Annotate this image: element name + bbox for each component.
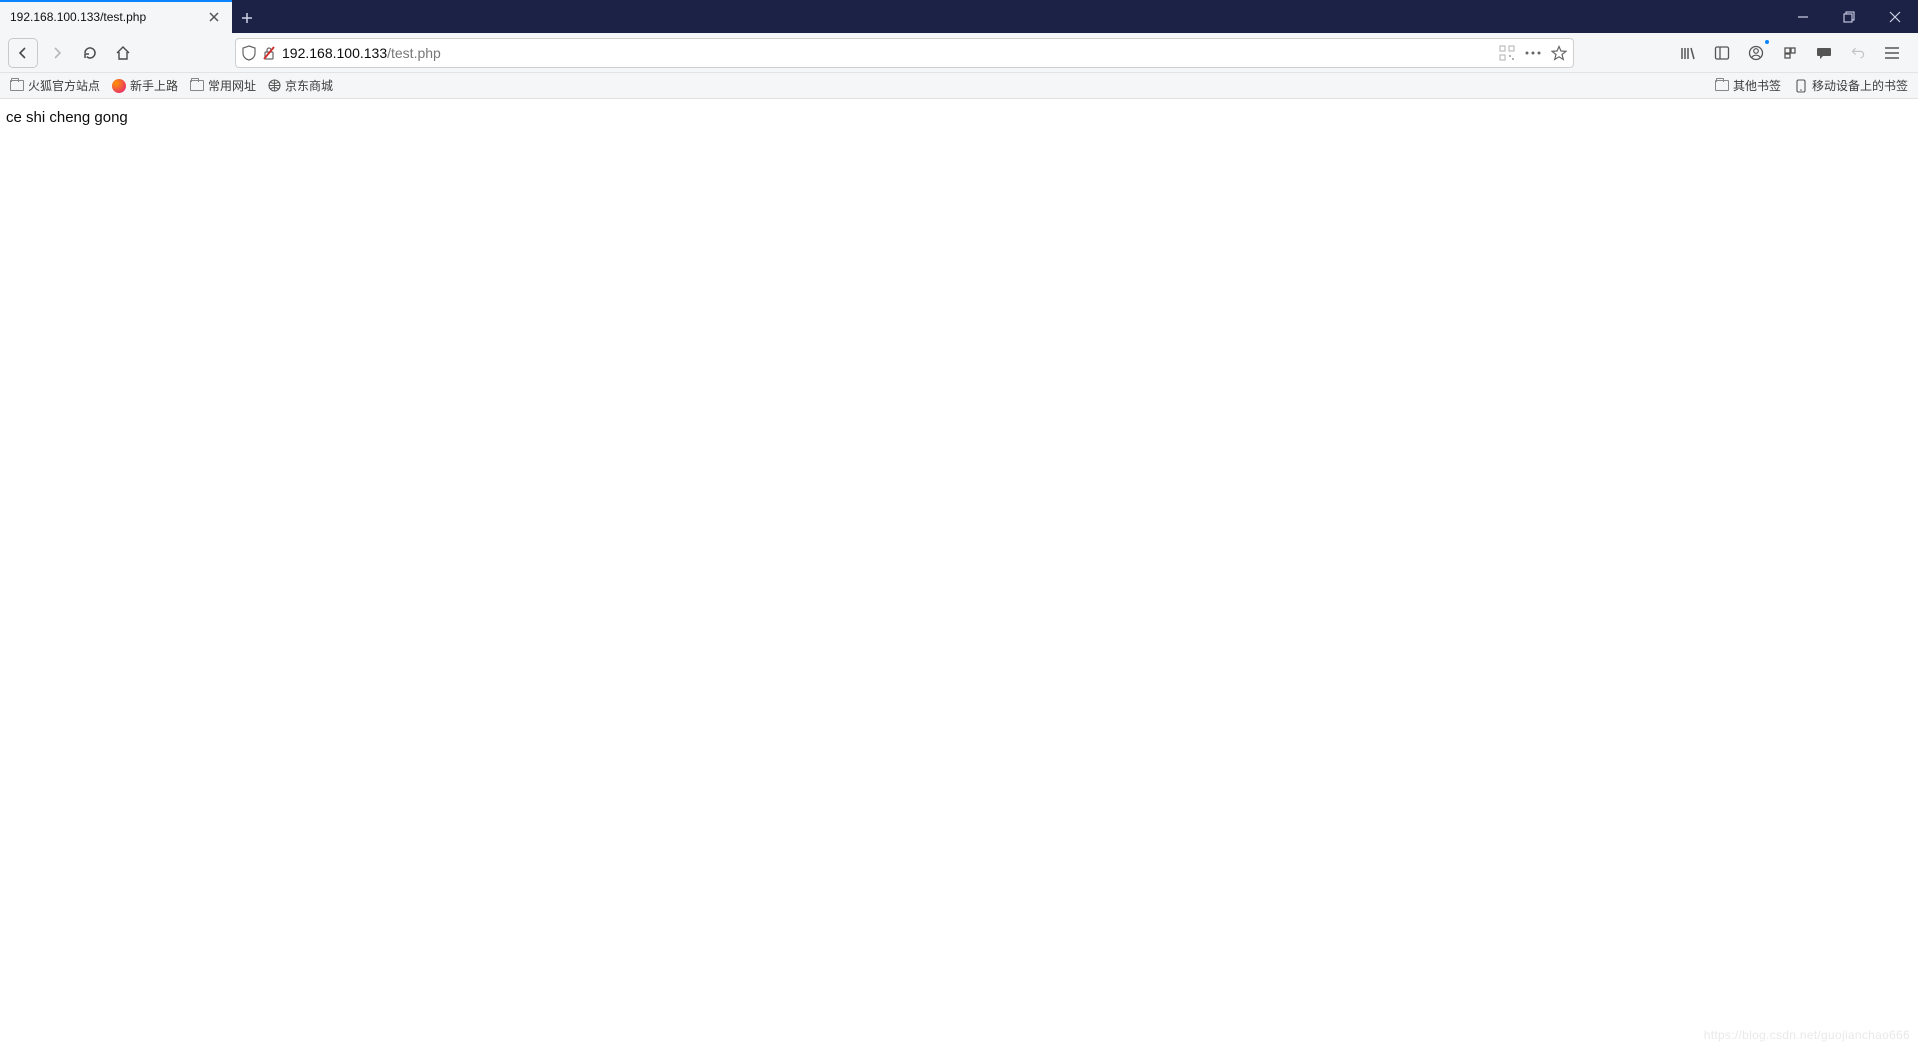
bookmark-item[interactable]: 移动设备上的书签 [1795,77,1908,94]
nav-buttons [8,38,137,68]
tab-strip: 192.168.100.133/test.php [0,0,1918,33]
bookmarks-left: 火狐官方站点 新手上路 常用网址 京东商城 [10,77,333,94]
bookmark-label: 其他书签 [1733,77,1781,94]
window-controls [1780,0,1918,33]
undo-icon[interactable] [1844,39,1872,67]
bookmark-label: 新手上路 [130,77,178,94]
toolbar-right [1674,39,1906,67]
qr-icon[interactable] [1499,45,1515,61]
bookmark-star-icon[interactable] [1551,45,1567,61]
browser-tab-active[interactable]: 192.168.100.133/test.php [0,0,232,33]
insecure-lock-icon[interactable] [262,45,276,61]
url-text: 192.168.100.133/test.php [282,45,1493,61]
minimize-button[interactable] [1780,0,1826,33]
page-viewport: ce shi cheng gong [0,99,1918,137]
globe-icon [268,79,281,92]
tab-title: 192.168.100.133/test.php [10,10,206,24]
watermark-text: https://blog.csdn.net/guojianchao666 [1704,1028,1910,1042]
bookmark-item[interactable]: 其他书签 [1715,77,1781,94]
mobile-icon [1795,79,1808,92]
close-tab-icon[interactable] [206,9,222,25]
bookmarks-toolbar: 火狐官方站点 新手上路 常用网址 京东商城 其他书签 移动设备上的书签 [0,73,1918,99]
tab-active-indicator [0,0,232,2]
bookmark-label: 常用网址 [208,77,256,94]
reload-button[interactable] [76,39,104,67]
bookmark-item[interactable]: 京东商城 [268,77,333,94]
library-icon[interactable] [1674,39,1702,67]
page-actions-icon[interactable] [1525,51,1541,55]
back-button[interactable] [8,38,38,68]
bookmark-item[interactable]: 火狐官方站点 [10,77,100,94]
url-bar-actions [1499,45,1567,61]
folder-icon [190,80,204,91]
page-body-text: ce shi cheng gong [6,109,128,126]
app-menu-icon[interactable] [1878,39,1906,67]
bookmark-item[interactable]: 新手上路 [112,77,178,94]
firefox-icon [112,79,126,93]
bookmark-label: 京东商城 [285,77,333,94]
url-host: 192.168.100.133 [282,45,387,61]
new-tab-button[interactable] [232,3,262,33]
bookmark-label: 移动设备上的书签 [1812,77,1908,94]
folder-icon [10,80,24,91]
restore-button[interactable] [1826,0,1872,33]
extension-icon[interactable] [1776,39,1804,67]
shield-icon[interactable] [242,45,256,61]
account-icon[interactable] [1742,39,1770,67]
url-path: /test.php [387,45,441,61]
bookmark-label: 火狐官方站点 [28,77,100,94]
close-window-button[interactable] [1872,0,1918,33]
forward-button[interactable] [43,39,71,67]
chat-icon[interactable] [1810,39,1838,67]
home-button[interactable] [109,39,137,67]
sidebar-icon[interactable] [1708,39,1736,67]
folder-icon [1715,80,1729,91]
bookmark-item[interactable]: 常用网址 [190,77,256,94]
url-bar[interactable]: 192.168.100.133/test.php [235,38,1574,68]
navigation-toolbar: 192.168.100.133/test.php [0,33,1918,73]
bookmarks-right: 其他书签 移动设备上的书签 [1715,77,1908,94]
